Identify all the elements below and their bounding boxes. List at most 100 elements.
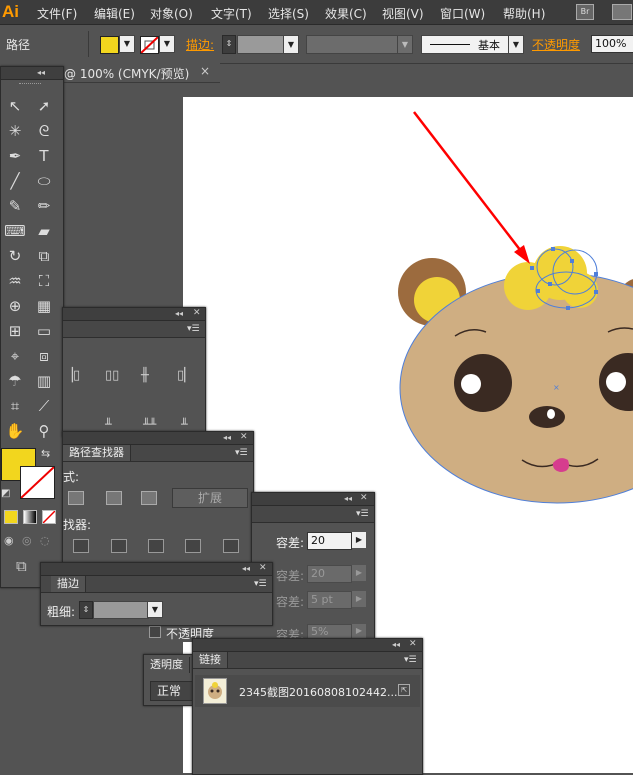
- blend-tool-icon[interactable]: ⧈: [33, 345, 55, 367]
- tolerance-arrow-4[interactable]: ▶: [352, 624, 366, 638]
- symbol-sprayer-icon[interactable]: ☂: [4, 370, 26, 392]
- collapse-icon[interactable]: ◂◂: [175, 309, 183, 318]
- pen-tool-icon[interactable]: ✒: [4, 145, 26, 167]
- trim-icon[interactable]: [111, 539, 127, 553]
- magic-wand-icon[interactable]: ✳: [4, 120, 26, 142]
- column-graph-icon[interactable]: ▥: [33, 370, 55, 392]
- collapse-icon[interactable]: ◂◂: [223, 433, 231, 442]
- gradient-tool-icon[interactable]: ▭: [33, 320, 55, 342]
- distribute-icon[interactable]: ╨: [105, 418, 112, 431]
- collapse-icon[interactable]: ◂◂: [344, 494, 352, 503]
- close-icon[interactable]: ✕: [240, 432, 248, 442]
- artboard-tool-icon[interactable]: ⌗: [4, 395, 26, 417]
- collapse-icon[interactable]: ◂◂: [392, 640, 400, 649]
- tolerance-field-3[interactable]: 5 pt: [307, 591, 352, 609]
- collapse-icon[interactable]: ◂◂: [37, 68, 45, 77]
- blob-brush-icon[interactable]: ⌨: [4, 220, 26, 242]
- distribute-icon-3[interactable]: ╨: [181, 418, 188, 431]
- unite-icon[interactable]: [68, 491, 84, 505]
- minus-front-icon[interactable]: [106, 491, 122, 505]
- close-icon[interactable]: ✕: [360, 493, 368, 503]
- swap-fill-stroke-icon[interactable]: ⇆: [41, 447, 50, 460]
- warp-tool-icon[interactable]: ♒: [4, 270, 26, 292]
- type-tool-icon[interactable]: T: [33, 145, 55, 167]
- align-hcenter-icon[interactable]: ▯▯: [105, 368, 119, 383]
- slice-tool-icon[interactable]: ⟋: [33, 395, 55, 417]
- mesh-tool-icon[interactable]: ⊞: [4, 320, 26, 342]
- divide-icon[interactable]: [73, 539, 89, 553]
- stroke-color-box[interactable]: [20, 466, 55, 499]
- default-colors-icon[interactable]: ◩: [1, 488, 10, 499]
- collapse-icon[interactable]: ◂◂: [242, 564, 250, 573]
- eraser-icon[interactable]: ▰: [33, 220, 55, 242]
- shape-modes-label: 式:: [63, 470, 80, 484]
- weight-dropdown[interactable]: ▼: [147, 601, 163, 618]
- crop-icon[interactable]: [185, 539, 201, 553]
- draw-inside-icon[interactable]: ◌: [40, 534, 50, 547]
- expand-button[interactable]: 扩展: [172, 488, 248, 508]
- free-transform-icon[interactable]: ⛶: [33, 270, 55, 292]
- weight-stepper[interactable]: ⇕: [79, 601, 93, 619]
- annotation-arrow-head: [514, 245, 530, 264]
- options-panel-header: ◂◂ ✕: [252, 493, 374, 506]
- bear-thumbnail-icon: [208, 682, 222, 699]
- panel-menu-icon[interactable]: ▾☰: [404, 655, 417, 665]
- hair-tuft-right: [562, 272, 598, 308]
- distribute-icon-2[interactable]: ╨╨: [143, 418, 156, 431]
- intersect-icon[interactable]: [141, 491, 157, 505]
- tab-transparency[interactable]: 透明度: [144, 657, 190, 673]
- direct-selection-tool-icon[interactable]: ➚: [33, 95, 55, 117]
- draw-behind-icon[interactable]: ◎: [22, 534, 32, 547]
- opacity-checkbox[interactable]: [149, 626, 161, 638]
- nose-highlight: [547, 409, 555, 419]
- panel-menu-icon[interactable]: ▾☰: [235, 448, 248, 458]
- color-mode-button[interactable]: [4, 510, 18, 524]
- rotate-tool-icon[interactable]: ↻: [4, 245, 26, 267]
- merge-icon[interactable]: [148, 539, 164, 553]
- panel-menu-icon[interactable]: ▾☰: [356, 509, 369, 519]
- scale-tool-icon[interactable]: ⧉: [33, 245, 55, 267]
- tab-pathfinder[interactable]: 路径查找器: [63, 445, 131, 461]
- tab-links[interactable]: 链接: [193, 652, 228, 668]
- weight-field[interactable]: [93, 601, 149, 619]
- close-icon[interactable]: ✕: [193, 308, 201, 318]
- link-list-item[interactable]: 2345截图20160808102442... ⇱: [195, 675, 420, 707]
- zoom-tool-icon[interactable]: ⚲: [33, 420, 55, 442]
- line-tool-icon[interactable]: ╱: [4, 170, 26, 192]
- shape-builder-icon[interactable]: ⊕: [4, 295, 26, 317]
- close-icon[interactable]: ✕: [259, 563, 267, 573]
- selection-tool-icon[interactable]: ↖: [4, 95, 26, 117]
- align-top-icon[interactable]: ▯▏: [177, 368, 194, 383]
- align-right-icon[interactable]: ╫: [141, 368, 149, 383]
- none-slash-icon: [21, 467, 54, 498]
- eyedropper-icon[interactable]: ⌖: [4, 345, 26, 367]
- gradient-mode-button[interactable]: [23, 510, 37, 524]
- hand-tool-icon[interactable]: ✋: [4, 420, 26, 442]
- tolerance-arrow-3[interactable]: ▶: [352, 591, 366, 607]
- tolerance-arrow-2[interactable]: ▶: [352, 565, 366, 581]
- none-mode-button[interactable]: [42, 510, 56, 524]
- tolerance-field-2[interactable]: 20: [307, 565, 352, 583]
- close-icon[interactable]: ✕: [409, 639, 417, 649]
- grip-handle[interactable]: [19, 83, 41, 86]
- lasso-icon[interactable]: ᘓ: [33, 120, 55, 142]
- ellipse-tool-icon[interactable]: ⬭: [33, 170, 55, 192]
- tolerance-field[interactable]: 20: [307, 532, 352, 550]
- embedded-icon: ⇱: [398, 684, 410, 696]
- pathfinder-panel: ◂◂ ✕ 路径查找器 ▾☰ 式: 扩展 找器:: [62, 431, 254, 563]
- outline-icon[interactable]: [223, 539, 239, 553]
- perspective-grid-icon[interactable]: ▦: [33, 295, 55, 317]
- draw-normal-icon[interactable]: ◉: [4, 534, 14, 547]
- links-tab-bar: 链接 ▾☰: [193, 652, 422, 669]
- panel-menu-icon[interactable]: ▾☰: [187, 324, 200, 334]
- stroke-panel-header: ◂◂ ✕: [41, 563, 272, 576]
- align-left-icon[interactable]: ▕▯: [63, 368, 80, 383]
- tab-stroke[interactable]: 描边: [51, 576, 86, 592]
- panel-menu-icon[interactable]: ▾☰: [254, 579, 267, 589]
- pencil-icon[interactable]: ✏: [33, 195, 55, 217]
- stroke-tab-bar: 描边 ▾☰: [41, 576, 272, 593]
- tolerance-arrow[interactable]: ▶: [352, 532, 366, 548]
- tolerance-label-3: 容差:: [276, 595, 305, 609]
- paintbrush-icon[interactable]: ✎: [4, 195, 26, 217]
- screen-mode-icon[interactable]: ⧉: [16, 557, 27, 575]
